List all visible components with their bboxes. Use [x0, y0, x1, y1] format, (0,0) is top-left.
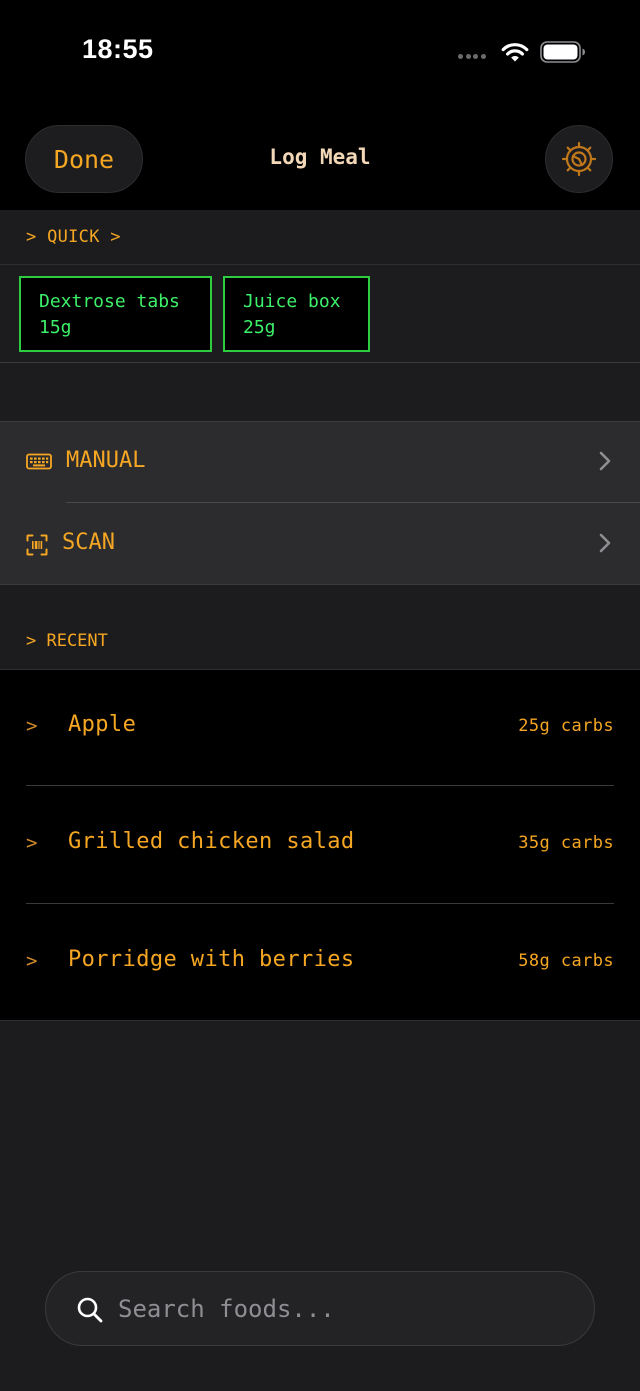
- recent-section-header: > RECENT: [0, 585, 640, 670]
- quick-item-dextrose-tabs[interactable]: Dextrose tabs 15g: [19, 276, 212, 352]
- scan-label: SCAN: [62, 530, 115, 555]
- quick-item-amount: 25g: [243, 317, 276, 338]
- barcode-scan-icon: [26, 534, 48, 556]
- chevron-right-icon: [599, 533, 611, 553]
- settings-button[interactable]: [545, 125, 613, 193]
- wifi-icon: [501, 43, 529, 62]
- scan-entry-row[interactable]: SCAN: [0, 504, 640, 585]
- cellular-signal-icon: [458, 54, 492, 60]
- recent-item-apple[interactable]: > Apple 25g carbs: [0, 670, 640, 787]
- search-bar[interactable]: [45, 1271, 595, 1346]
- manual-label: MANUAL: [66, 448, 146, 473]
- keyboard-icon: [26, 453, 52, 470]
- row-arrow: >: [26, 950, 38, 972]
- status-time: 18:55: [82, 34, 154, 64]
- food-name: Grilled chicken salad: [68, 829, 355, 854]
- recent-list: > Apple 25g carbs > Grilled chicken sala…: [0, 670, 640, 1021]
- divider: [26, 903, 614, 904]
- recent-header-label: > RECENT: [26, 631, 108, 651]
- chevron-right-icon: [599, 451, 611, 471]
- entry-options-card: MANUAL SCAN: [0, 421, 640, 585]
- carb-count: 25g carbs: [518, 716, 614, 736]
- page-title: Log Meal: [269, 145, 371, 169]
- header-area: 18:55 Done Log Meal: [0, 0, 640, 210]
- manual-entry-row[interactable]: MANUAL: [0, 422, 640, 503]
- divider: [66, 502, 640, 503]
- quick-item-name: Dextrose tabs: [39, 291, 180, 312]
- search-input[interactable]: [118, 1272, 568, 1345]
- battery-icon: [540, 41, 585, 63]
- row-arrow: >: [26, 832, 38, 854]
- carb-count: 35g carbs: [518, 833, 614, 853]
- quick-header-label: > QUICK >: [26, 227, 121, 247]
- quick-item-juice-box[interactable]: Juice box 25g: [223, 276, 370, 352]
- quick-items-row: Dextrose tabs 15g Juice box 25g: [0, 265, 640, 363]
- carb-count: 58g carbs: [518, 951, 614, 971]
- food-name: Porridge with berries: [68, 947, 355, 972]
- quick-section-header[interactable]: > QUICK >: [0, 210, 640, 265]
- quick-item-name: Juice box: [243, 291, 341, 312]
- recent-item-grilled-chicken-salad[interactable]: > Grilled chicken salad 35g carbs: [0, 787, 640, 904]
- search-icon: [77, 1297, 103, 1323]
- log-meal-screen: 18:55 Done Log Meal > QUICK > Dextrose t…: [0, 0, 640, 1391]
- divider: [26, 785, 614, 786]
- recent-item-porridge-with-berries[interactable]: > Porridge with berries 58g carbs: [0, 905, 640, 1022]
- food-name: Apple: [68, 712, 137, 737]
- quick-item-amount: 15g: [39, 317, 72, 338]
- row-arrow: >: [26, 715, 38, 737]
- gear-icon: [561, 141, 597, 177]
